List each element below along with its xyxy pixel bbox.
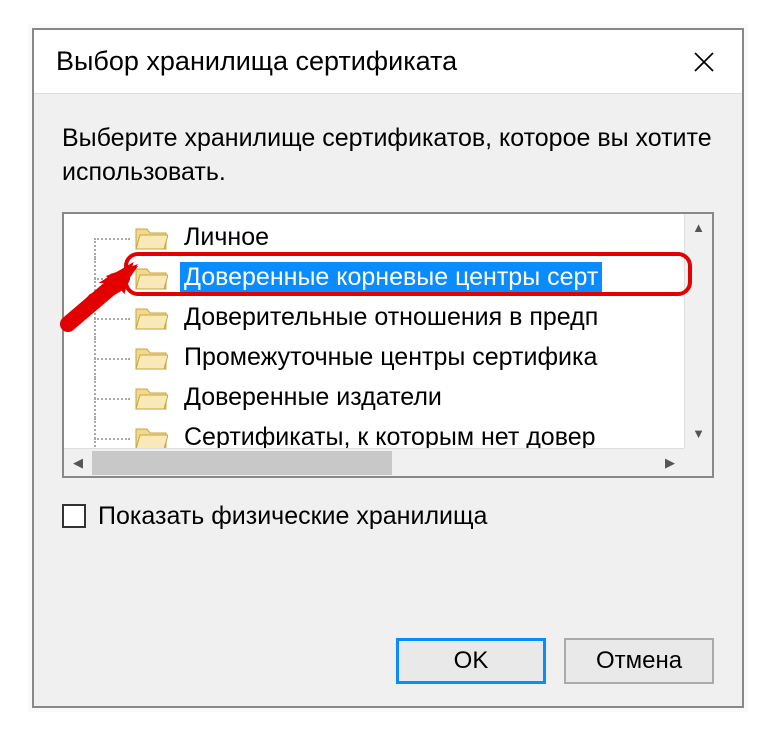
tree-item[interactable]: Доверительные отношения в предп [64, 298, 684, 338]
vertical-scrollbar[interactable]: ▲ ▼ [684, 214, 712, 448]
close-button[interactable] [682, 40, 726, 84]
tree-item-label: Личное [180, 222, 273, 253]
dialog-content: Выберите хранилище сертификатов, которое… [34, 94, 742, 531]
cancel-button-label: Отмена [596, 647, 682, 675]
folder-icon [134, 225, 168, 251]
tree-item[interactable]: Доверенные корневые центры серт [64, 258, 684, 298]
show-physical-stores-row: Показать физические хранилища [62, 502, 714, 531]
scroll-left-icon[interactable]: ◀ [64, 449, 92, 477]
folder-icon [134, 425, 168, 448]
dialog-title: Выбор хранилища сертификата [56, 46, 457, 77]
cancel-button[interactable]: Отмена [564, 638, 714, 684]
horizontal-scroll-thumb[interactable] [92, 451, 392, 475]
tree-item-label: Доверительные отношения в предп [180, 302, 602, 333]
ok-button[interactable]: OK [396, 638, 546, 684]
scroll-down-icon[interactable]: ▼ [685, 420, 712, 448]
tree-item[interactable]: Личное [64, 218, 684, 258]
tree-item-label: Сертификаты, к которым нет довер [180, 422, 600, 448]
tree-item[interactable]: Доверенные издатели [64, 378, 684, 418]
tree-item[interactable]: Сертификаты, к которым нет довер [64, 418, 684, 448]
instruction-text: Выберите хранилище сертификатов, которое… [62, 122, 714, 190]
show-physical-stores-checkbox[interactable] [62, 504, 86, 528]
horizontal-scrollbar[interactable]: ◀ ▶ [64, 448, 712, 476]
tree-item[interactable]: Промежуточные центры сертифика [64, 338, 684, 378]
certificate-store-tree[interactable]: Личное Доверенные корневые центры серт Д… [62, 212, 714, 478]
scroll-right-icon[interactable]: ▶ [656, 449, 684, 477]
tree-item-label: Промежуточные центры сертифика [180, 342, 601, 373]
tree-item-label: Доверенные издатели [180, 382, 446, 413]
show-physical-stores-label: Показать физические хранилища [98, 502, 487, 531]
folder-icon [134, 305, 168, 331]
ok-button-label: OK [454, 647, 489, 675]
folder-icon [134, 265, 168, 291]
close-icon [692, 50, 716, 74]
titlebar: Выбор хранилища сертификата [34, 30, 742, 94]
dialog-buttons: OK Отмена [396, 638, 714, 684]
scroll-up-icon[interactable]: ▲ [685, 214, 712, 242]
tree-item-label: Доверенные корневые центры серт [180, 262, 602, 293]
folder-icon [134, 385, 168, 411]
certificate-store-dialog: Выбор хранилища сертификата Выберите хра… [32, 28, 744, 708]
folder-icon [134, 345, 168, 371]
